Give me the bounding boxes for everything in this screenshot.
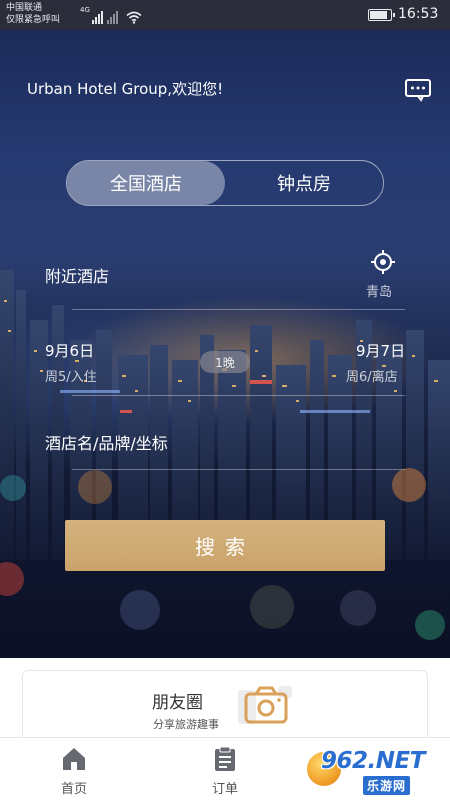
signal-icon bbox=[91, 10, 103, 24]
crosshair-icon[interactable] bbox=[369, 248, 397, 276]
carrier-info: 中国联通 仅限紧急呼叫 bbox=[6, 2, 60, 26]
signal-icon-2 bbox=[106, 10, 118, 24]
status-bar: 中国联通 仅限紧急呼叫 4G 16:53 bbox=[0, 0, 450, 30]
battery-icon bbox=[368, 9, 395, 21]
network-type: 4G bbox=[80, 6, 90, 14]
nights-badge: 1晚 bbox=[200, 351, 250, 373]
divider bbox=[72, 395, 405, 396]
tab-orders-label: 订单 bbox=[211, 782, 238, 797]
chat-icon[interactable] bbox=[404, 78, 432, 102]
checkin-weekday: 周5/入住 bbox=[45, 370, 97, 385]
bokeh-light bbox=[0, 562, 24, 596]
tab-home-label: 首页 bbox=[60, 782, 87, 797]
divider bbox=[72, 469, 405, 470]
city-skyline-image bbox=[0, 270, 450, 560]
checkout-date[interactable]: 9月7日 bbox=[356, 340, 405, 361]
tab-orders[interactable]: 订单 bbox=[185, 738, 265, 800]
current-city: 青岛 bbox=[366, 285, 393, 300]
tab-home[interactable]: 首页 bbox=[34, 738, 114, 800]
bokeh-light bbox=[78, 470, 112, 504]
bokeh-light bbox=[340, 590, 376, 626]
watermark-sub: 乐游网 bbox=[363, 776, 411, 795]
camera-icon bbox=[238, 686, 292, 724]
clipboard-icon bbox=[215, 746, 235, 771]
search-button[interactable]: 搜索 bbox=[65, 520, 385, 571]
checkout-weekday: 周6/离店 bbox=[346, 370, 398, 385]
clock: 16:53 bbox=[398, 6, 439, 22]
divider bbox=[72, 309, 405, 310]
tab-national-hotels[interactable]: 全国酒店 bbox=[67, 161, 225, 205]
bokeh-light bbox=[250, 585, 294, 629]
bokeh-light bbox=[392, 468, 426, 502]
moments-subtitle: 分享旅游趣事 bbox=[153, 718, 219, 731]
hotel-search-input[interactable]: 酒店名/品牌/坐标 bbox=[45, 430, 405, 454]
location-field[interactable]: 附近酒店 bbox=[45, 263, 405, 287]
checkin-date[interactable]: 9月6日 bbox=[45, 340, 94, 361]
carrier-status: 仅限紧急呼叫 bbox=[6, 15, 61, 25]
network-indicators: 4G bbox=[80, 6, 142, 24]
home-icon bbox=[63, 748, 85, 770]
moments-title: 朋友圈 bbox=[152, 693, 203, 713]
hotel-type-toggle: 全国酒店 钟点房 bbox=[66, 160, 384, 206]
wifi-icon bbox=[126, 11, 142, 24]
watermark-brand: 962.NET bbox=[321, 748, 425, 774]
watermark-logo: 962.NET 乐游网 bbox=[303, 742, 448, 798]
welcome-text: Urban Hotel Group,欢迎您! bbox=[27, 80, 224, 98]
bokeh-light bbox=[0, 475, 26, 501]
bokeh-light bbox=[120, 590, 160, 630]
bokeh-light bbox=[415, 610, 445, 640]
carrier-name: 中国联通 bbox=[6, 3, 43, 13]
tab-hourly-rooms[interactable]: 钟点房 bbox=[225, 161, 383, 205]
